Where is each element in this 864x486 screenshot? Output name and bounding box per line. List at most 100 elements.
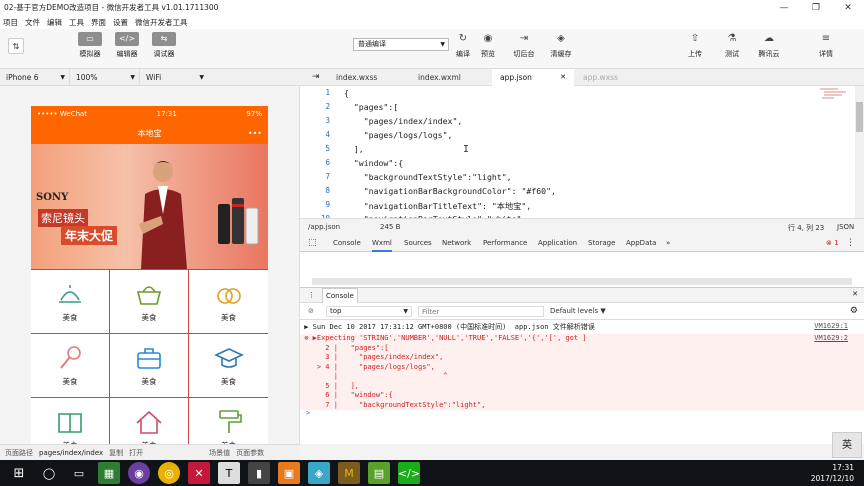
inspect-icon[interactable]: ⬚ (308, 235, 317, 252)
error-count-badge[interactable]: ⊗ 1 (826, 235, 839, 252)
preview-button[interactable]: ◉ 预览 (476, 32, 500, 59)
menu-devtools[interactable]: 微信开发者工具 (135, 17, 188, 28)
app-icon-1[interactable]: ▦ (98, 462, 120, 484)
banner-image[interactable]: SONY 索尼镜头 年末大促 (31, 144, 268, 269)
test-button[interactable]: ⚗ 测试 (720, 32, 744, 59)
device-model-select[interactable]: iPhone 6 ▼ (0, 68, 70, 86)
clear-cache-button[interactable]: ◈ 清缓存 (549, 32, 573, 59)
console-error-row[interactable]: | ^ (300, 372, 864, 382)
tab-app-json[interactable]: app.json ✕ (492, 69, 574, 86)
console-settings-icon[interactable]: ⚙ (850, 306, 858, 316)
tencent-cloud-button[interactable]: ☁ 腾讯云 (757, 32, 781, 59)
compile-button[interactable]: ↻ 编译 (451, 32, 475, 59)
console-error-row[interactable]: 2 | "pages":[ (300, 343, 864, 353)
menu-file[interactable]: 文件 (25, 17, 40, 28)
drawer-menu-icon[interactable]: ⋮ (308, 291, 315, 299)
console-error-row[interactable]: ⊗ ▶Expecting 'STRING','NUMBER','NULL','T… (300, 334, 864, 344)
zoom-select[interactable]: 100% ▼ (70, 68, 140, 86)
editor-scrollbar[interactable] (855, 86, 864, 218)
language-mode[interactable]: JSON (837, 223, 854, 231)
console-error-row[interactable]: > 4 | "pages/logs/logs", (300, 362, 864, 372)
upload-button[interactable]: ⇧ 上传 (683, 32, 707, 59)
category-cell[interactable]: 美食 (31, 398, 110, 444)
app-icon-6[interactable]: M (338, 462, 360, 484)
tab-console[interactable]: Console (333, 235, 361, 252)
category-cell[interactable]: 美食 (189, 398, 268, 444)
category-cell[interactable]: 美食 (110, 270, 189, 334)
app-icon-3[interactable]: ▮ (248, 462, 270, 484)
category-cell[interactable]: 美食 (110, 398, 189, 444)
console-error-row[interactable]: 7 | "backgroundTextStyle":"light", (300, 400, 864, 410)
minimize-button[interactable]: — (768, 3, 800, 13)
tab-sources[interactable]: Sources (404, 235, 432, 252)
open-path-link[interactable]: 打开 (129, 448, 143, 458)
close-window-button[interactable]: ✕ (832, 3, 864, 13)
more-icon[interactable]: ••• (248, 129, 262, 138)
category-cell[interactable]: 美食 (189, 334, 268, 398)
ime-indicator[interactable]: 英 (832, 432, 862, 458)
app-icon-2[interactable]: ◉ (128, 462, 150, 484)
system-clock[interactable]: 17:31 2017/12/10 (811, 462, 854, 484)
simulator-button[interactable]: ▭ 模拟器 (78, 32, 102, 59)
wechat-devtools-icon[interactable]: </> (398, 462, 420, 484)
clear-console-icon[interactable]: ⊘ (308, 307, 314, 315)
compile-mode-select[interactable]: 普通编译 ▼ (353, 38, 449, 51)
scene-value-label[interactable]: 场景值 (209, 448, 230, 458)
debugger-button[interactable]: ⇆ 调试器 (152, 32, 176, 59)
background-button[interactable]: ⇥ 切后台 (512, 32, 536, 59)
page-params-label[interactable]: 页面参数 (236, 448, 264, 458)
horizontal-scrollbar[interactable] (312, 278, 852, 285)
scrollbar-thumb[interactable] (856, 102, 863, 132)
copy-path-link[interactable]: 复制 (109, 448, 123, 458)
console-filter-input[interactable] (418, 306, 544, 317)
source-link[interactable]: VM1629:1 (814, 322, 848, 330)
user-avatar[interactable]: ⇅ (8, 38, 24, 57)
network-select[interactable]: WiFi ▼ (140, 69, 208, 86)
windows-start-icon[interactable]: ⊞ (8, 462, 30, 484)
console-log-row[interactable]: ▶ Sun Dec 10 2017 17:31:12 GMT+0800 (中国标… (300, 322, 864, 333)
maximize-button[interactable]: ❐ (800, 3, 832, 13)
search-icon[interactable]: ◯ (38, 462, 60, 484)
close-drawer-icon[interactable]: ✕ (852, 290, 858, 298)
console-error-row[interactable]: 6 | "window":{ (300, 391, 864, 401)
app-icon-7[interactable]: ▤ (368, 462, 390, 484)
menu-project[interactable]: 项目 (3, 17, 18, 28)
source-link[interactable]: VM1629:2 (814, 334, 848, 342)
toggle-sidebar-icon[interactable]: ⇥ (304, 69, 328, 86)
chrome-icon[interactable]: ◎ (158, 462, 180, 484)
minimap[interactable] (820, 86, 854, 100)
more-tabs-icon[interactable]: » (666, 235, 670, 252)
tab-storage[interactable]: Storage (588, 235, 615, 252)
tab-application[interactable]: Application (538, 235, 577, 252)
console-error-row[interactable]: 5 | ], (300, 381, 864, 391)
menu-tools[interactable]: 工具 (69, 17, 84, 28)
menu-settings[interactable]: 设置 (113, 17, 128, 28)
category-cell[interactable]: 美食 (110, 334, 189, 398)
close-tab-icon[interactable]: ✕ (560, 69, 566, 86)
app-icon-5[interactable]: ◈ (308, 462, 330, 484)
category-cell[interactable]: 美食 (31, 334, 110, 398)
console-prompt[interactable]: > (306, 409, 310, 417)
tab-app-wxss[interactable]: app.wxss (575, 69, 626, 86)
details-button[interactable]: ≡ 详情 (814, 32, 838, 59)
tab-network[interactable]: Network (442, 235, 471, 252)
code-editor[interactable]: 1 {2 "pages":[3 "pages/index/index", 4 "pa… (300, 86, 864, 218)
tab-index-wxss[interactable]: index.wxss (328, 69, 385, 86)
tab-wxml[interactable]: Wxml (372, 235, 392, 252)
menu-view[interactable]: 界面 (91, 17, 106, 28)
category-cell[interactable]: 美食 (31, 270, 110, 334)
tab-appdata[interactable]: AppData (626, 235, 656, 252)
typora-icon[interactable]: T (218, 462, 240, 484)
settings-icon[interactable]: ⋮ (846, 235, 855, 252)
editor-button[interactable]: </> 编辑器 (115, 32, 139, 59)
console-error-row[interactable]: 3 | "pages/index/index", (300, 353, 864, 363)
menu-edit[interactable]: 编辑 (47, 17, 62, 28)
console-drawer-tab[interactable]: Console (322, 288, 358, 303)
tab-performance[interactable]: Performance (483, 235, 527, 252)
log-levels-select[interactable]: Default levels ▼ (550, 307, 606, 315)
category-cell[interactable]: 美食 (189, 270, 268, 334)
xmind-icon[interactable]: ✕ (188, 462, 210, 484)
tab-index-wxml[interactable]: index.wxml (410, 69, 469, 86)
app-icon-4[interactable]: ▣ (278, 462, 300, 484)
context-select[interactable]: top ▼ (326, 306, 412, 317)
